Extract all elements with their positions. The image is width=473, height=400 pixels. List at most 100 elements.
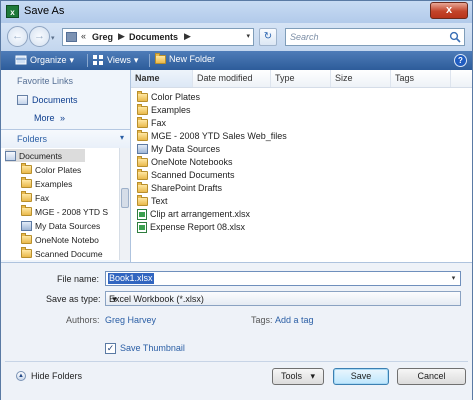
cancel-button[interactable]: Cancel <box>397 368 466 385</box>
address-bar[interactable]: « Greg ▶ Documents ▶ ▾ <box>62 28 254 46</box>
tree-item[interactable]: OneNote Notebo <box>21 233 99 246</box>
list-item[interactable]: OneNote Notebooks <box>137 155 233 168</box>
back-button[interactable]: ← <box>7 26 28 47</box>
tree-item[interactable]: Examples <box>21 177 72 190</box>
new-folder-button[interactable]: New Folder <box>155 52 215 64</box>
file-name: OneNote Notebooks <box>151 157 233 167</box>
column-header-date-modified[interactable]: Date modified <box>193 70 271 87</box>
search-input[interactable]: Search <box>285 28 465 46</box>
file-name: SharePoint Drafts <box>151 183 223 193</box>
list-item[interactable]: My Data Sources <box>137 143 220 155</box>
recent-pages-dropdown[interactable]: ▾ <box>51 34 55 42</box>
breadcrumb-separator[interactable]: ▶ <box>184 31 191 42</box>
folder-tree-scrollbar[interactable] <box>119 148 130 260</box>
list-item[interactable]: SharePoint Drafts <box>137 181 223 194</box>
tree-item[interactable]: Scanned Docume <box>21 247 103 260</box>
folder-icon <box>21 177 32 188</box>
scrollbar-thumb[interactable] <box>121 188 129 208</box>
file-name: Color Plates <box>151 92 201 102</box>
folder-tree: Documents Color Plates Examples Fax MGE … <box>1 148 119 260</box>
data-sources-icon <box>137 144 148 154</box>
chevron-down-icon[interactable]: ▾ <box>448 273 459 284</box>
folder-icon <box>137 103 148 115</box>
xlsx-file-icon <box>137 208 147 220</box>
save-thumbnail-label[interactable]: Save Thumbnail <box>120 343 185 353</box>
folder-icon <box>137 194 148 206</box>
close-button[interactable]: x <box>430 2 468 19</box>
list-item[interactable]: Expense Report 08.xlsx <box>137 221 245 233</box>
tools-button[interactable]: Tools ▾ <box>272 368 324 385</box>
folder-icon <box>21 163 32 174</box>
tags-field[interactable]: Add a tag <box>275 315 314 325</box>
list-item[interactable]: Fax <box>137 116 166 129</box>
column-header-size[interactable]: Size <box>331 70 391 87</box>
folder-icon <box>21 247 32 258</box>
list-item[interactable]: Scanned Documents <box>137 168 235 181</box>
data-sources-icon <box>21 220 32 231</box>
new-folder-icon <box>155 52 166 64</box>
save-button[interactable]: Save <box>333 368 389 385</box>
folders-label: Folders <box>17 134 48 144</box>
chevron-down-icon: ▾ <box>69 54 75 65</box>
forward-button[interactable]: → <box>29 26 50 47</box>
views-icon <box>93 55 103 65</box>
hide-folders-button[interactable]: ▲ Hide Folders <box>16 371 82 381</box>
column-header-tags[interactable]: Tags <box>391 70 451 87</box>
list-item[interactable]: Color Plates <box>137 90 201 103</box>
organize-icon <box>15 55 27 65</box>
tree-item[interactable]: Color Plates <box>21 163 81 176</box>
folder-icon <box>137 155 148 167</box>
folders-toggle[interactable]: Folders ▾ <box>1 129 130 148</box>
tools-label: Tools <box>281 371 303 381</box>
folder-icon <box>21 205 32 216</box>
address-dropdown-icon[interactable]: ▾ <box>246 32 250 40</box>
more-links-button[interactable]: More » <box>34 113 65 123</box>
file-name: Expense Report 08.xlsx <box>150 222 246 232</box>
file-name-field[interactable]: Book1.xlsx ▾ <box>105 271 461 286</box>
breadcrumb-documents[interactable]: Documents <box>129 32 178 42</box>
save-as-type-value: Excel Workbook (*.xlsx) <box>109 294 204 304</box>
tree-item-label: Documents <box>19 150 62 161</box>
column-header-name[interactable]: Name <box>131 70 193 87</box>
chevron-down-icon: ▾ <box>133 54 139 65</box>
address-overflow[interactable]: « <box>81 31 86 41</box>
list-item[interactable]: Examples <box>137 103 191 116</box>
chevron-down-icon: ▾ <box>310 371 316 381</box>
file-name: Clip art arrangement.xlsx <box>150 209 251 219</box>
toolbar-divider <box>149 54 150 67</box>
save-as-type-select[interactable]: Excel Workbook (*.xlsx) ▾ <box>105 291 461 306</box>
file-name-label: File name: <box>57 274 100 284</box>
list-item[interactable]: Clip art arrangement.xlsx <box>137 208 250 220</box>
chevron-down-icon[interactable]: ▾ <box>109 294 120 305</box>
search-icon[interactable] <box>449 31 461 43</box>
file-name-value[interactable]: Book1.xlsx <box>108 273 154 284</box>
favorite-link-documents[interactable]: Documents <box>17 95 78 105</box>
tree-item[interactable]: MGE - 2008 YTD S <box>21 205 108 218</box>
file-name: My Data Sources <box>151 144 221 154</box>
tree-item[interactable]: Fax <box>21 191 49 204</box>
file-name: Examples <box>151 105 191 115</box>
title-bar: x Save As x <box>1 1 472 23</box>
breadcrumb-greg[interactable]: Greg <box>92 32 113 42</box>
organize-label: Organize <box>30 55 67 65</box>
save-as-dialog: x Save As x ← → ▾ « Greg ▶ Documents ▶ ▾… <box>0 0 473 400</box>
chevron-down-icon: ▾ <box>119 133 124 142</box>
list-item[interactable]: Text <box>137 194 168 207</box>
organize-button[interactable]: Organize ▾ <box>15 54 74 66</box>
breadcrumb-separator[interactable]: ▶ <box>118 31 125 42</box>
folder-icon <box>137 181 148 193</box>
tree-item[interactable]: My Data Sources <box>21 219 100 232</box>
column-header-type[interactable]: Type <box>271 70 331 87</box>
list-item[interactable]: MGE - 2008 YTD Sales Web_files <box>137 129 287 142</box>
help-icon[interactable]: ? <box>454 54 467 67</box>
xlsx-file-icon <box>137 221 147 233</box>
authors-field[interactable]: Greg Harvey <box>105 315 156 325</box>
save-thumbnail-checkbox[interactable]: ✓ <box>105 343 116 354</box>
folder-icon <box>21 233 32 244</box>
tree-item-label: Examples <box>35 178 73 189</box>
views-button[interactable]: Views ▾ <box>92 54 138 66</box>
navigation-bar: ← → ▾ « Greg ▶ Documents ▶ ▾ ↻ Search <box>1 23 472 51</box>
footer-divider <box>5 361 468 362</box>
tree-item-documents[interactable]: Documents <box>5 149 85 162</box>
refresh-button[interactable]: ↻ <box>259 28 277 46</box>
